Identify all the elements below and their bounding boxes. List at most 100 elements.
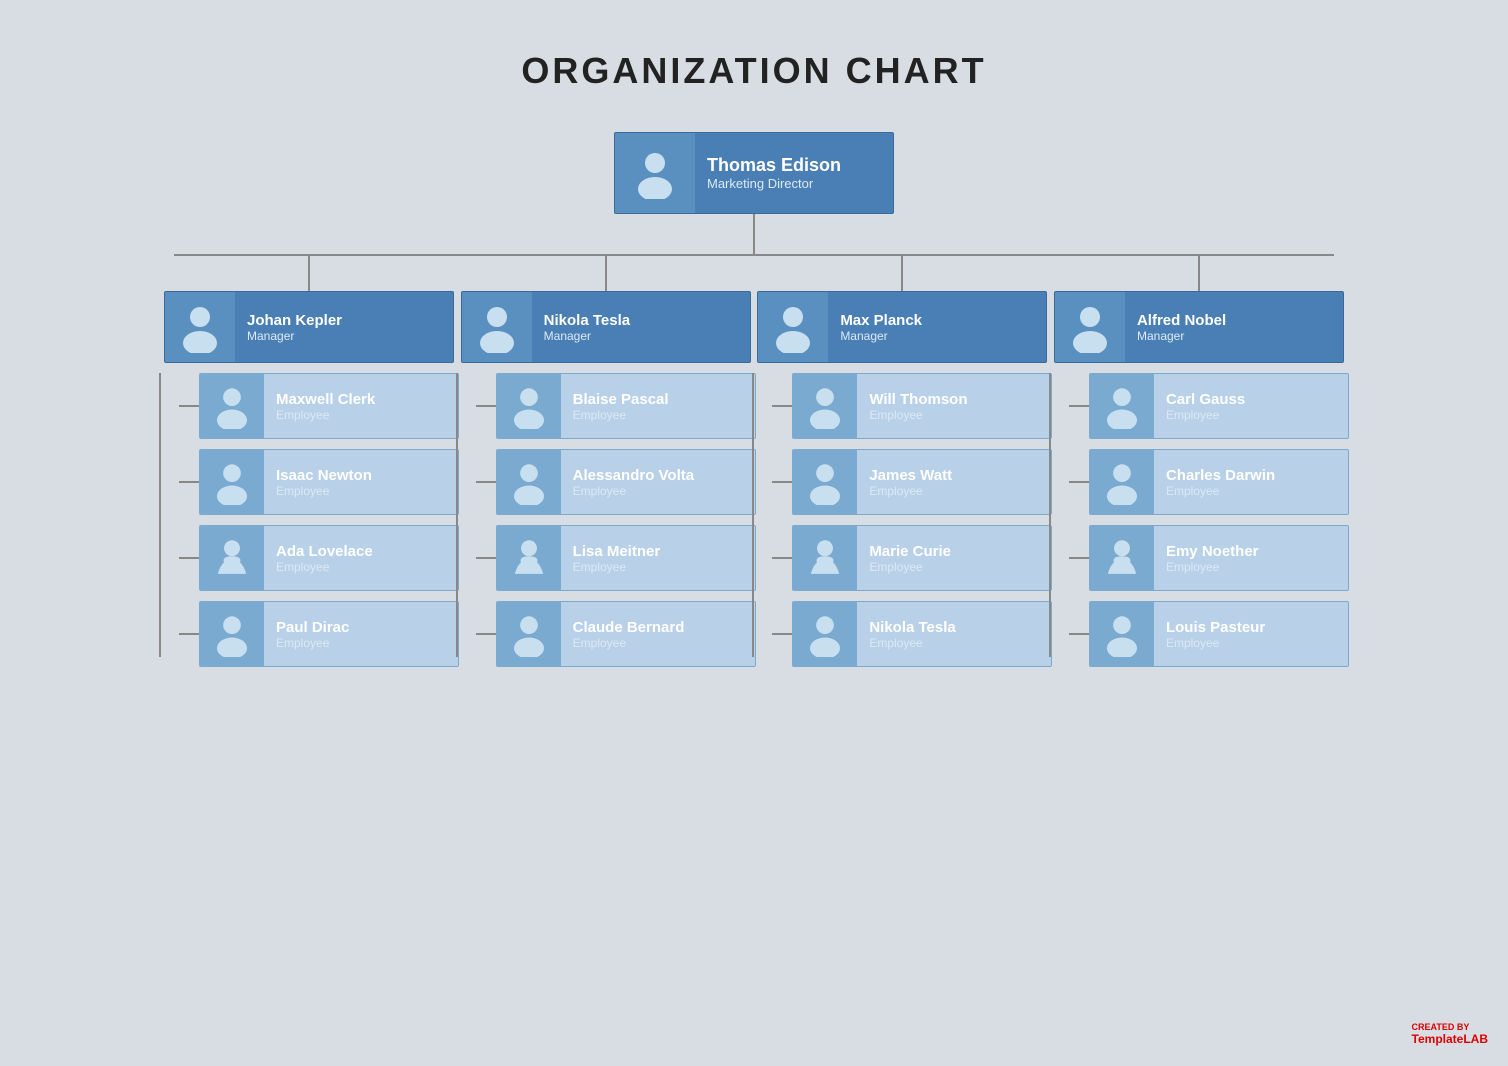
- card-name: Emy Noether: [1166, 543, 1336, 560]
- emp-entry: Will ThomsonEmployee: [772, 373, 1052, 439]
- card-role: Employee: [869, 636, 1039, 650]
- node-card-alfred-nobel[interactable]: Alfred NobelManager: [1054, 291, 1344, 363]
- node-card-carl-gauss[interactable]: Carl GaussEmployee: [1089, 373, 1349, 439]
- card-info: Charles DarwinEmployee: [1154, 461, 1348, 504]
- card-role: Employee: [1166, 408, 1336, 422]
- root-card[interactable]: Thomas Edison Marketing Director: [614, 132, 894, 214]
- avatar: [200, 526, 264, 590]
- card-info: Maxwell ClerkEmployee: [264, 385, 458, 428]
- managers-section: Johan KeplerManagerMaxwell ClerkEmployee…: [174, 256, 1334, 677]
- card-info: Louis PasteurEmployee: [1154, 613, 1348, 656]
- card-name: Johan Kepler: [247, 312, 441, 329]
- root-name: Thomas Edison: [707, 155, 881, 176]
- node-card-max-planck[interactable]: Max PlanckManager: [757, 291, 1047, 363]
- avatar: [497, 450, 561, 514]
- node-card-marie-curie[interactable]: Marie CurieEmployee: [792, 525, 1052, 591]
- card-name: Paul Dirac: [276, 619, 446, 636]
- mgr-vert-line: [605, 256, 607, 291]
- card-name: Isaac Newton: [276, 467, 446, 484]
- emp-entry: Marie CurieEmployee: [772, 525, 1052, 591]
- card-info: Marie CurieEmployee: [857, 537, 1051, 580]
- avatar: [497, 526, 561, 590]
- emp-entry: Maxwell ClerkEmployee: [179, 373, 459, 439]
- card-role: Employee: [276, 484, 446, 498]
- node-card-nikola-tesla[interactable]: Nikola TeslaManager: [461, 291, 751, 363]
- node-card-nikola-tesla[interactable]: Nikola TeslaEmployee: [792, 601, 1052, 667]
- node-card-isaac-newton[interactable]: Isaac NewtonEmployee: [199, 449, 459, 515]
- node-card-emy-noether[interactable]: Emy NoetherEmployee: [1089, 525, 1349, 591]
- root-avatar: [615, 133, 695, 213]
- card-name: Louis Pasteur: [1166, 619, 1336, 636]
- card-info: Will ThomsonEmployee: [857, 385, 1051, 428]
- mgr-branch-1: Nikola TeslaManagerBlaise PascalEmployee…: [471, 256, 741, 677]
- emp-entry: Claude BernardEmployee: [476, 601, 756, 667]
- card-info: Blaise PascalEmployee: [561, 385, 755, 428]
- emp-entry: Blaise PascalEmployee: [476, 373, 756, 439]
- avatar: [165, 292, 235, 362]
- card-name: Claude Bernard: [573, 619, 743, 636]
- node-card-claude-bernard[interactable]: Claude BernardEmployee: [496, 601, 756, 667]
- card-info: Emy NoetherEmployee: [1154, 537, 1348, 580]
- card-info: Alfred NobelManager: [1125, 306, 1343, 349]
- node-card-will-thomson[interactable]: Will ThomsonEmployee: [792, 373, 1052, 439]
- card-info: Alessandro VoltaEmployee: [561, 461, 755, 504]
- node-card-james-watt[interactable]: James WattEmployee: [792, 449, 1052, 515]
- avatar: [462, 292, 532, 362]
- card-name: Max Planck: [840, 312, 1034, 329]
- card-info: Carl GaussEmployee: [1154, 385, 1348, 428]
- card-info: Johan KeplerManager: [235, 306, 453, 349]
- avatar: [200, 602, 264, 666]
- card-role: Employee: [276, 560, 446, 574]
- watermark: CREATED BY TemplateLAB: [1412, 1022, 1488, 1046]
- card-info: Paul DiracEmployee: [264, 613, 458, 656]
- avatar: [758, 292, 828, 362]
- card-name: Alfred Nobel: [1137, 312, 1331, 329]
- avatar: [497, 602, 561, 666]
- emp-entry: Isaac NewtonEmployee: [179, 449, 459, 515]
- card-name: Marie Curie: [869, 543, 1039, 560]
- watermark-brand: Template: [1412, 1032, 1464, 1046]
- org-chart: Thomas Edison Marketing Director Johan K…: [54, 132, 1454, 677]
- card-role: Manager: [1137, 329, 1331, 343]
- node-card-johan-kepler[interactable]: Johan KeplerManager: [164, 291, 454, 363]
- root-section: Thomas Edison Marketing Director: [614, 132, 894, 254]
- card-info: James WattEmployee: [857, 461, 1051, 504]
- avatar: [793, 450, 857, 514]
- mgr-vert-line: [308, 256, 310, 291]
- emp-entry: Emy NoetherEmployee: [1069, 525, 1349, 591]
- node-card-charles-darwin[interactable]: Charles DarwinEmployee: [1089, 449, 1349, 515]
- emp-entry: Charles DarwinEmployee: [1069, 449, 1349, 515]
- node-card-lisa-meitner[interactable]: Lisa MeitnerEmployee: [496, 525, 756, 591]
- emps-section-0: Maxwell ClerkEmployeeIsaac NewtonEmploye…: [159, 373, 459, 677]
- mgr-branch-0: Johan KeplerManagerMaxwell ClerkEmployee…: [174, 256, 444, 677]
- card-info: Nikola TeslaEmployee: [857, 613, 1051, 656]
- avatar: [1090, 450, 1154, 514]
- mgr-vert-line: [1198, 256, 1200, 291]
- root-info: Thomas Edison Marketing Director: [695, 149, 893, 197]
- card-name: Nikola Tesla: [544, 312, 738, 329]
- emp-entry: Nikola TeslaEmployee: [772, 601, 1052, 667]
- watermark-highlight: LAB: [1463, 1032, 1488, 1046]
- avatar: [1055, 292, 1125, 362]
- card-role: Employee: [573, 636, 743, 650]
- node-card-blaise-pascal[interactable]: Blaise PascalEmployee: [496, 373, 756, 439]
- card-role: Manager: [840, 329, 1034, 343]
- card-name: Lisa Meitner: [573, 543, 743, 560]
- card-info: Isaac NewtonEmployee: [264, 461, 458, 504]
- emp-entry: James WattEmployee: [772, 449, 1052, 515]
- card-name: Nikola Tesla: [869, 619, 1039, 636]
- card-role: Employee: [573, 560, 743, 574]
- card-name: Carl Gauss: [1166, 391, 1336, 408]
- card-role: Employee: [1166, 560, 1336, 574]
- node-card-louis-pasteur[interactable]: Louis PasteurEmployee: [1089, 601, 1349, 667]
- avatar: [200, 450, 264, 514]
- node-card-paul-dirac[interactable]: Paul DiracEmployee: [199, 601, 459, 667]
- node-card-ada-lovelace[interactable]: Ada LovelaceEmployee: [199, 525, 459, 591]
- emp-entry: Lisa MeitnerEmployee: [476, 525, 756, 591]
- card-role: Employee: [869, 408, 1039, 422]
- card-role: Manager: [544, 329, 738, 343]
- avatar: [1090, 602, 1154, 666]
- watermark-created-label: CREATED BY: [1412, 1022, 1488, 1032]
- node-card-maxwell-clerk[interactable]: Maxwell ClerkEmployee: [199, 373, 459, 439]
- node-card-alessandro-volta[interactable]: Alessandro VoltaEmployee: [496, 449, 756, 515]
